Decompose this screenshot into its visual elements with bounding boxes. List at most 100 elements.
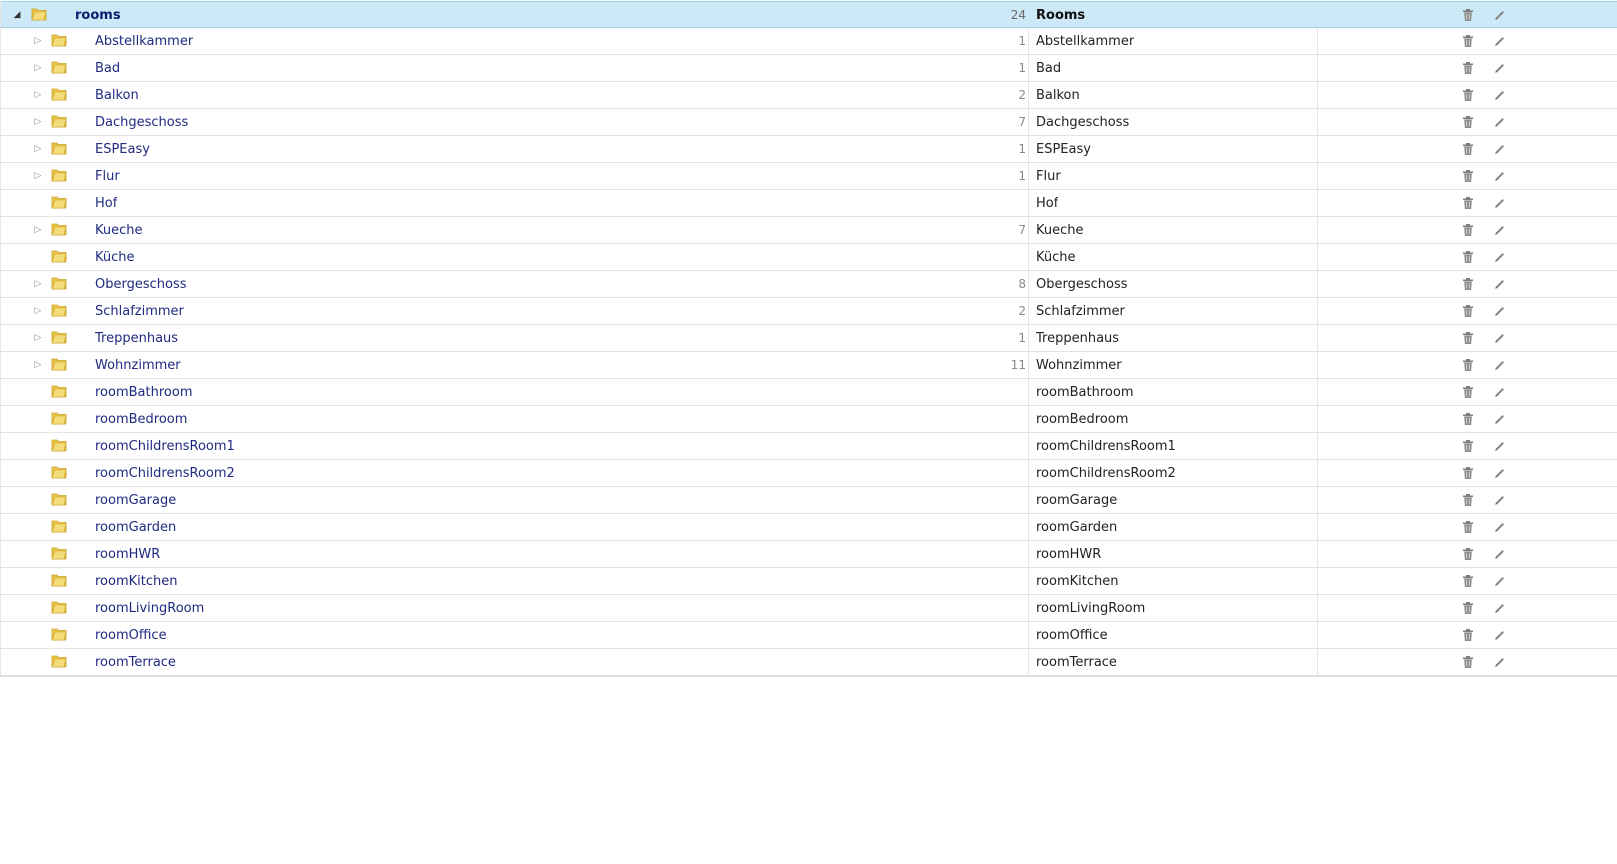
- pencil-icon[interactable]: [1492, 406, 1508, 432]
- pencil-icon[interactable]: [1492, 2, 1508, 28]
- tree-row[interactable]: ▷ Abstellkammer 1 Abstellkammer: [1, 28, 1617, 55]
- pencil-icon[interactable]: [1492, 568, 1508, 594]
- tree-row-root[interactable]: ◢ rooms 24 Rooms: [1, 1, 1617, 28]
- tree-item-name[interactable]: Hof: [95, 190, 117, 216]
- tree-row[interactable]: ▷ Wohnzimmer 11 Wohnzimmer: [1, 352, 1617, 379]
- pencil-icon[interactable]: [1492, 622, 1508, 648]
- trash-icon[interactable]: [1460, 82, 1476, 108]
- tree-item-name[interactable]: roomHWR: [95, 541, 160, 567]
- tree-row[interactable]: ▷ Bad 1 Bad: [1, 55, 1617, 82]
- trash-icon[interactable]: [1460, 595, 1476, 621]
- trash-icon[interactable]: [1460, 217, 1476, 243]
- tree-row[interactable]: ▷ Flur 1 Flur: [1, 163, 1617, 190]
- pencil-icon[interactable]: [1492, 595, 1508, 621]
- pencil-icon[interactable]: [1492, 433, 1508, 459]
- tree-row[interactable]: roomHWR roomHWR: [1, 541, 1617, 568]
- tree-row[interactable]: ▷ Schlafzimmer 2 Schlafzimmer: [1, 298, 1617, 325]
- tree-item-name[interactable]: Wohnzimmer: [95, 352, 181, 378]
- pencil-icon[interactable]: [1492, 217, 1508, 243]
- triangle-down-icon[interactable]: ◢: [12, 2, 22, 28]
- trash-icon[interactable]: [1460, 136, 1476, 162]
- tree-row[interactable]: roomKitchen roomKitchen: [1, 568, 1617, 595]
- trash-icon[interactable]: [1460, 190, 1476, 216]
- pencil-icon[interactable]: [1492, 163, 1508, 189]
- tree-row[interactable]: ▷ Obergeschoss 8 Obergeschoss: [1, 271, 1617, 298]
- trash-icon[interactable]: [1460, 55, 1476, 81]
- pencil-icon[interactable]: [1492, 136, 1508, 162]
- pencil-icon[interactable]: [1492, 379, 1508, 405]
- tree-row[interactable]: ▷ Dachgeschoss 7 Dachgeschoss: [1, 109, 1617, 136]
- pencil-icon[interactable]: [1492, 352, 1508, 378]
- tree-row[interactable]: roomLivingRoom roomLivingRoom: [1, 595, 1617, 622]
- pencil-icon[interactable]: [1492, 109, 1508, 135]
- tree-item-name[interactable]: roomTerrace: [95, 649, 176, 675]
- tree-item-name[interactable]: ESPEasy: [95, 136, 150, 162]
- trash-icon[interactable]: [1460, 460, 1476, 486]
- tree-row[interactable]: roomGarden roomGarden: [1, 514, 1617, 541]
- trash-icon[interactable]: [1460, 325, 1476, 351]
- tree-row[interactable]: roomGarage roomGarage: [1, 487, 1617, 514]
- trash-icon[interactable]: [1460, 568, 1476, 594]
- tree-item-name[interactable]: roomKitchen: [95, 568, 178, 594]
- tree-row[interactable]: ▷ Treppenhaus 1 Treppenhaus: [1, 325, 1617, 352]
- pencil-icon[interactable]: [1492, 460, 1508, 486]
- tree-item-name[interactable]: roomBathroom: [95, 379, 192, 405]
- tree-item-name[interactable]: roomChildrensRoom1: [95, 433, 235, 459]
- pencil-icon[interactable]: [1492, 244, 1508, 270]
- trash-icon[interactable]: [1460, 163, 1476, 189]
- tree-item-name[interactable]: Flur: [95, 163, 120, 189]
- pencil-icon[interactable]: [1492, 190, 1508, 216]
- pencil-icon[interactable]: [1492, 487, 1508, 513]
- trash-icon[interactable]: [1460, 541, 1476, 567]
- tree-item-name[interactable]: Kueche: [95, 217, 143, 243]
- triangle-right-icon[interactable]: ▷: [33, 352, 43, 378]
- trash-icon[interactable]: [1460, 649, 1476, 675]
- pencil-icon[interactable]: [1492, 55, 1508, 81]
- tree-row[interactable]: Küche Küche: [1, 244, 1617, 271]
- pencil-icon[interactable]: [1492, 28, 1508, 54]
- trash-icon[interactable]: [1460, 2, 1476, 28]
- tree-row[interactable]: ▷ Kueche 7 Kueche: [1, 217, 1617, 244]
- trash-icon[interactable]: [1460, 514, 1476, 540]
- pencil-icon[interactable]: [1492, 541, 1508, 567]
- tree-item-name[interactable]: Balkon: [95, 82, 139, 108]
- trash-icon[interactable]: [1460, 271, 1476, 297]
- tree-row[interactable]: roomChildrensRoom2 roomChildrensRoom2: [1, 460, 1617, 487]
- tree-item-name[interactable]: Küche: [95, 244, 135, 270]
- triangle-right-icon[interactable]: ▷: [33, 163, 43, 189]
- tree-row[interactable]: roomBathroom roomBathroom: [1, 379, 1617, 406]
- triangle-right-icon[interactable]: ▷: [33, 136, 43, 162]
- triangle-right-icon[interactable]: ▷: [33, 55, 43, 81]
- tree-row[interactable]: roomTerrace roomTerrace: [1, 649, 1617, 676]
- trash-icon[interactable]: [1460, 379, 1476, 405]
- tree-row[interactable]: ▷ Balkon 2 Balkon: [1, 82, 1617, 109]
- triangle-right-icon[interactable]: ▷: [33, 82, 43, 108]
- pencil-icon[interactable]: [1492, 649, 1508, 675]
- tree-root-name[interactable]: rooms: [75, 2, 121, 28]
- trash-icon[interactable]: [1460, 622, 1476, 648]
- pencil-icon[interactable]: [1492, 514, 1508, 540]
- triangle-right-icon[interactable]: ▷: [33, 109, 43, 135]
- pencil-icon[interactable]: [1492, 82, 1508, 108]
- tree-item-name[interactable]: roomGarage: [95, 487, 176, 513]
- tree-item-name[interactable]: Dachgeschoss: [95, 109, 188, 135]
- tree-item-name[interactable]: roomOffice: [95, 622, 167, 648]
- tree-row[interactable]: roomChildrensRoom1 roomChildrensRoom1: [1, 433, 1617, 460]
- pencil-icon[interactable]: [1492, 298, 1508, 324]
- trash-icon[interactable]: [1460, 298, 1476, 324]
- trash-icon[interactable]: [1460, 244, 1476, 270]
- tree-item-name[interactable]: Obergeschoss: [95, 271, 187, 297]
- tree-item-name[interactable]: roomGarden: [95, 514, 176, 540]
- tree-item-name[interactable]: roomLivingRoom: [95, 595, 204, 621]
- tree-row[interactable]: roomBedroom roomBedroom: [1, 406, 1617, 433]
- triangle-right-icon[interactable]: ▷: [33, 217, 43, 243]
- tree-item-name[interactable]: Abstellkammer: [95, 28, 193, 54]
- triangle-right-icon[interactable]: ▷: [33, 325, 43, 351]
- pencil-icon[interactable]: [1492, 325, 1508, 351]
- tree-row[interactable]: roomOffice roomOffice: [1, 622, 1617, 649]
- trash-icon[interactable]: [1460, 28, 1476, 54]
- tree-item-name[interactable]: roomBedroom: [95, 406, 187, 432]
- tree-row[interactable]: ▷ ESPEasy 1 ESPEasy: [1, 136, 1617, 163]
- triangle-right-icon[interactable]: ▷: [33, 28, 43, 54]
- tree-item-name[interactable]: roomChildrensRoom2: [95, 460, 235, 486]
